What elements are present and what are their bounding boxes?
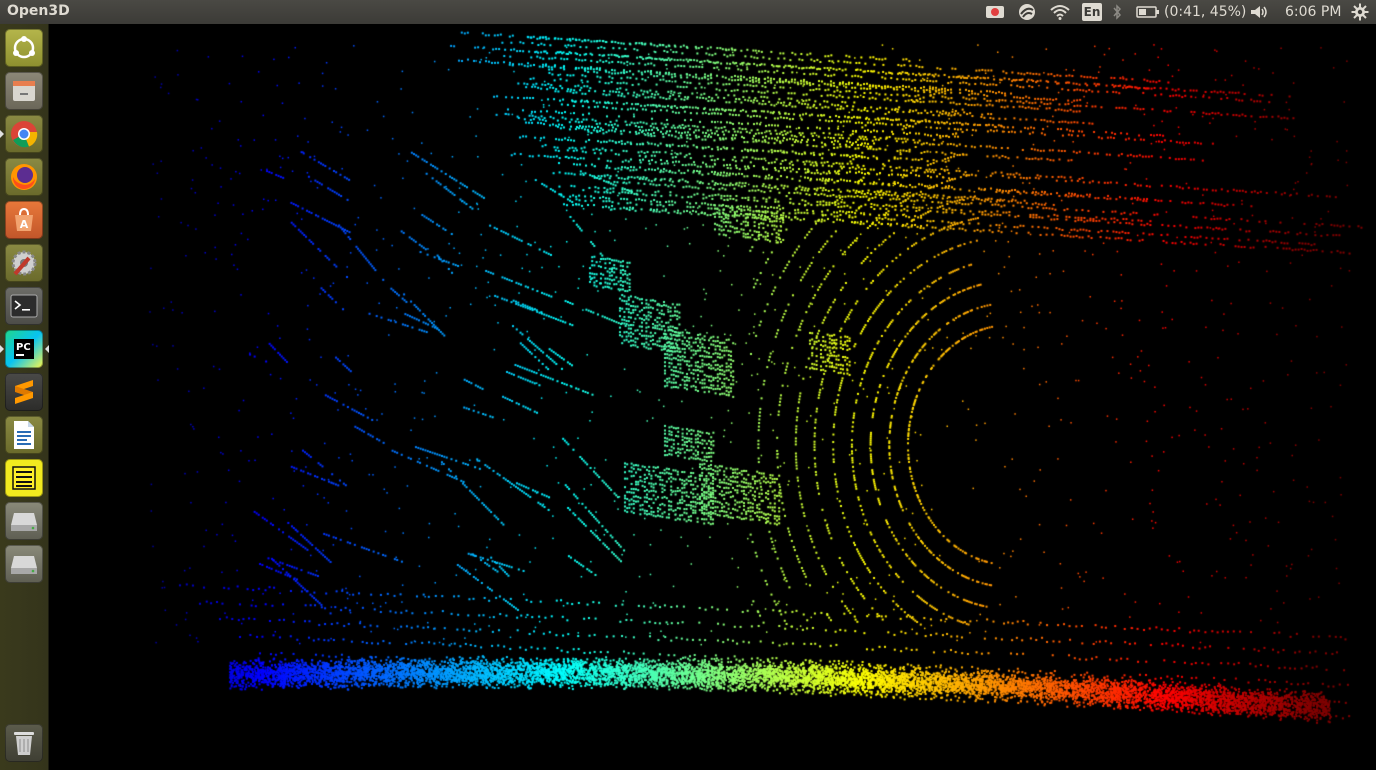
clock[interactable]: 6:06 PM (1285, 4, 1341, 20)
svg-text:PC: PC (16, 342, 31, 353)
wifi-icon[interactable] (1049, 0, 1071, 24)
battery-icon[interactable] (1135, 0, 1161, 24)
firefox-icon[interactable] (5, 158, 43, 196)
running-indicator (0, 130, 4, 138)
sublime-text-icon[interactable] (5, 373, 43, 411)
network-manager-icon[interactable] (1017, 0, 1037, 24)
point-cloud-viewport[interactable] (49, 24, 1376, 770)
app-title: Open3D (7, 3, 70, 19)
keyboard-language-indicator[interactable]: En (1082, 3, 1102, 21)
session-gear-icon[interactable] (1349, 0, 1371, 24)
chrome-icon[interactable] (5, 115, 43, 153)
running-indicator (0, 345, 4, 353)
ubuntu-dash-icon[interactable] (5, 29, 43, 67)
point-cloud-canvas[interactable] (49, 24, 1376, 770)
terminal-icon[interactable] (5, 287, 43, 325)
battery-status[interactable]: (0:41, 45%) (1164, 4, 1246, 20)
record-icon[interactable] (985, 0, 1005, 24)
drive-icon[interactable] (5, 545, 43, 583)
system-settings-icon[interactable] (5, 244, 43, 282)
software-center-icon[interactable]: A (5, 201, 43, 239)
launcher: A PC (0, 24, 49, 770)
drive-icon[interactable] (5, 502, 43, 540)
top-panel: Open3D En (0:41, 45%) 6:06 PM (0, 0, 1376, 24)
trash-icon[interactable] (5, 724, 43, 762)
svg-text:A: A (20, 218, 29, 231)
volume-icon[interactable] (1248, 0, 1270, 24)
pycharm-icon[interactable]: PC (5, 330, 43, 368)
bluetooth-icon[interactable] (1110, 0, 1124, 24)
notes-icon[interactable] (5, 459, 43, 497)
files-icon[interactable] (5, 72, 43, 110)
libreoffice-writer-icon[interactable] (5, 416, 43, 454)
